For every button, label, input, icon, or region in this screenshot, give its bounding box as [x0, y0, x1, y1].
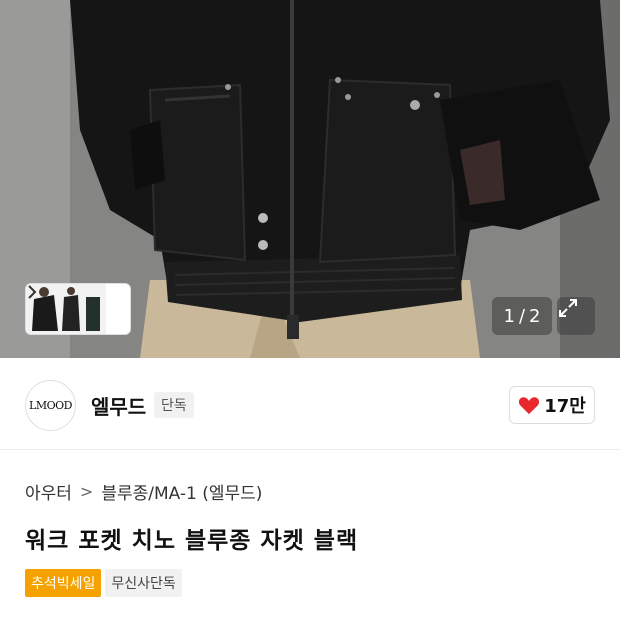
tag-musinsa-exclusive: 무신사단독 — [105, 569, 182, 597]
breadcrumb-separator: > — [79, 482, 94, 501]
product-image-gallery[interactable]: 1 / 2 — [0, 0, 620, 358]
thumbnail-strip[interactable] — [25, 283, 131, 335]
image-counter-total: 2 — [529, 305, 541, 327]
tag-chuseok-sale: 추석빅세일 — [25, 569, 102, 597]
brand-logo-text: LMOOD — [29, 399, 72, 412]
chevron-right-icon[interactable] — [28, 284, 130, 334]
like-button[interactable]: 17만 — [509, 386, 595, 424]
image-counter-separator: / — [518, 305, 526, 327]
expand-button[interactable] — [557, 297, 595, 335]
image-counter: 1 / 2 — [492, 297, 552, 335]
heart-icon — [519, 397, 540, 415]
brand-name[interactable]: 엘무드 — [91, 391, 146, 420]
like-count: 17만 — [544, 396, 586, 417]
brand-exclusive-badge: 단독 — [154, 392, 194, 418]
image-counter-current: 1 — [503, 305, 515, 327]
product-tags: 추석빅세일 무신사단독 — [25, 569, 182, 597]
breadcrumb-item-outer[interactable]: 아우터 — [25, 479, 72, 504]
expand-icon — [559, 299, 577, 317]
thumbnail-image[interactable] — [26, 284, 106, 334]
thumbnail-photo — [26, 284, 106, 334]
brand-row: LMOOD 엘무드 단독 17만 — [0, 358, 620, 450]
brand-logo[interactable]: LMOOD — [25, 380, 76, 431]
product-title: 워크 포켓 치노 블루종 자켓 블랙 — [25, 528, 359, 554]
breadcrumb-item-category[interactable]: 블루종/MA-1 (엘무드) — [101, 479, 262, 504]
breadcrumb: 아우터 > 블루종/MA-1 (엘무드) — [25, 479, 262, 504]
